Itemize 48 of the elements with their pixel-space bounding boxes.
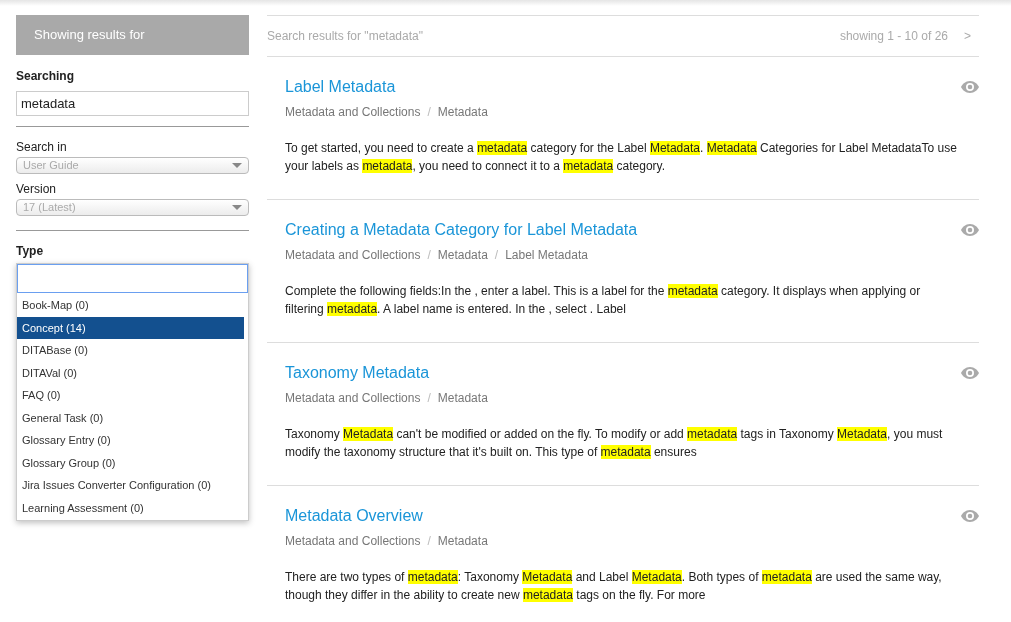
next-page-link[interactable]: > [964,27,971,45]
field-label: Version [16,181,58,198]
eye-icon[interactable] [961,224,979,236]
breadcrumb-link[interactable]: Metadata [437,246,488,264]
field-label: Searching [16,68,76,85]
dropdown-value: 17 (Latest) [23,200,76,216]
dropdown-value: User Guide [23,158,79,174]
type-option[interactable]: DITAVal (0) [17,361,244,384]
result-title-link[interactable]: Label Metadata [285,75,961,99]
type-option[interactable]: Book-Map (0) [17,294,244,317]
breadcrumb-link[interactable]: Metadata [437,389,488,407]
field-label: Type [16,243,45,260]
result-title-link[interactable]: Taxonomy Metadata [285,361,961,385]
breadcrumb-link[interactable]: Metadata and Collections [285,246,421,264]
caret-icon [232,205,242,210]
result-snippet: Complete the following fields:In the , enter a label. This is a label for the metadata category. It displays when applying or filtering metadata. A label name is entered. In the , select . Label [285,283,922,318]
type-option[interactable]: Glossary Entry (0) [17,429,244,452]
eye-icon[interactable] [961,367,979,379]
type-option[interactable]: Learning Assessment (0) [17,496,244,519]
results-header-banner: Showing results for [16,15,249,55]
search-query-text: Search results for "metadata" [267,28,423,45]
breadcrumb-link[interactable]: Metadata and Collections [285,532,421,550]
type-option[interactable]: FAQ (0) [17,384,244,407]
result-snippet: Taxonomy Metadata can't be modified or added on the fly. To modify or add metadata tags in Taxonomy Metadata, you must modify the taxonomy structure that it's built on. This type of metadata ensures [285,426,944,461]
breadcrumb-link[interactable]: Label Metadata [505,246,588,264]
type-filter-field[interactable] [17,264,248,293]
breadcrumb-separator: / [427,533,431,550]
eye-icon[interactable] [961,81,979,93]
result-title-link[interactable]: Metadata Overview [285,504,961,528]
field-label: Search in [16,139,68,156]
breadcrumb-link[interactable]: Metadata and Collections [285,103,421,121]
type-option[interactable]: DITABase (0) [17,339,244,362]
search-field[interactable]: metadata [16,91,249,116]
paging-text: showing 1 - 10 of 26 [839,28,948,45]
result-title-link[interactable]: Creating a Metadata Category for Label Metadata [285,218,961,242]
breadcrumb-separator: / [427,104,431,121]
type-option[interactable]: Glossary Group (0) [17,451,244,474]
breadcrumb-separator: / [427,247,431,264]
type-option[interactable]: Concept (14) [17,316,244,339]
breadcrumb-separator: / [427,390,431,407]
type-option[interactable]: Jira Issues Converter Configuration (0) [17,474,244,497]
breadcrumb-separator: / [494,247,499,264]
breadcrumb-link[interactable]: Metadata [437,103,488,121]
breadcrumb-link[interactable]: Metadata [437,532,488,550]
eye-icon[interactable] [961,510,979,522]
breadcrumb-link[interactable]: Metadata and Collections [285,389,421,407]
type-option[interactable]: General Task (0) [17,406,244,429]
caret-icon [232,163,242,168]
